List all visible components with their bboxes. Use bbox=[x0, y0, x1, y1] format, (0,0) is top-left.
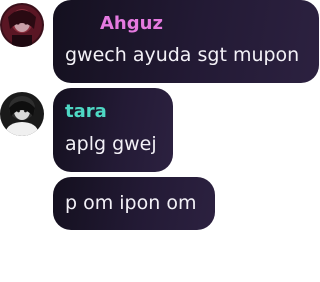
message-bubble[interactable]: tara aplg gwej bbox=[53, 88, 173, 172]
avatar-icon bbox=[0, 92, 44, 136]
message-bubble[interactable]: Ahguz gwech ayuda sgt mupon bbox=[53, 0, 319, 83]
message-text: gwech ayuda sgt mupon bbox=[65, 44, 300, 66]
avatar-ahguz[interactable] bbox=[0, 3, 44, 47]
username[interactable]: tara bbox=[65, 101, 107, 123]
chat-log: Ahguz gwech ayuda sgt mupon tara aplg gw… bbox=[0, 0, 320, 282]
message-text: p om ipon om bbox=[65, 192, 197, 214]
avatar-icon bbox=[0, 3, 44, 47]
message-bubble[interactable]: p om ipon om bbox=[53, 177, 215, 230]
username[interactable]: Ahguz bbox=[100, 13, 163, 35]
avatar-tara[interactable] bbox=[0, 92, 44, 136]
message-text: aplg gwej bbox=[65, 133, 157, 155]
